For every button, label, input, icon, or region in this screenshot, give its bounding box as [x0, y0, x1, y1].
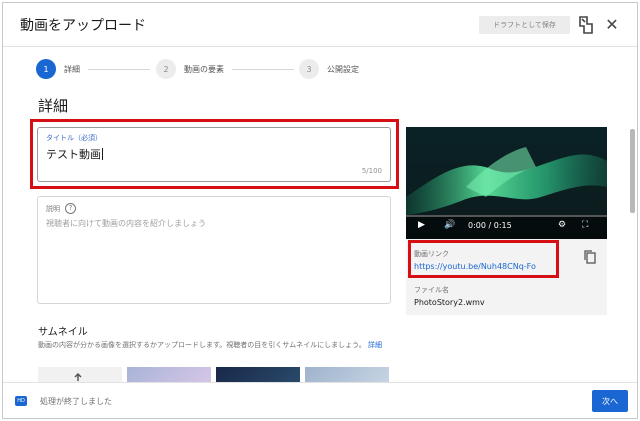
- upload-stepper: 1 詳細 2 動画の要素 3 公開設定: [3, 55, 637, 85]
- processing-status: 処理が終了しました: [40, 397, 112, 406]
- description-label: 説明: [46, 204, 60, 213]
- step-video-elements[interactable]: 2 動画の要素: [156, 59, 224, 79]
- scrollbar[interactable]: [630, 129, 635, 213]
- help-icon[interactable]: ?: [65, 203, 76, 214]
- filename-label: ファイル名: [414, 286, 449, 294]
- dialog-title: 動画をアップロード: [20, 18, 146, 34]
- dialog-footer: HD 処理が終了しました 次へ: [3, 382, 637, 418]
- close-icon[interactable]: ✕: [603, 16, 621, 34]
- video-preview-card: ▶ 🔊 0:00 / 0:15 ⚙ ⛶ 動画リンク https://youtu.…: [406, 127, 607, 315]
- video-player[interactable]: ▶ 🔊 0:00 / 0:15 ⚙ ⛶: [406, 127, 607, 239]
- fullscreen-icon[interactable]: ⛶: [582, 219, 588, 231]
- title-highlight-box: [30, 119, 399, 189]
- description-field[interactable]: 説明 ? 視聴者に向けて動画の内容を紹介しましょう: [37, 196, 391, 304]
- hd-badge: HD: [15, 396, 27, 406]
- next-button[interactable]: 次へ: [592, 390, 628, 412]
- settings-icon[interactable]: ⚙: [558, 219, 566, 231]
- step-label: 詳細: [64, 64, 80, 74]
- thumbnail-description-text: 動画の内容が分かる画像を選択するかアップロードします。視聴者の目を引くサムネイル…: [38, 341, 366, 349]
- details-heading: 詳細: [38, 97, 69, 115]
- feedback-icon[interactable]: [578, 15, 594, 35]
- step-number: 1: [36, 59, 56, 79]
- step-visibility[interactable]: 3 公開設定: [299, 59, 359, 79]
- description-placeholder: 視聴者に向けて動画の内容を紹介しましょう: [46, 219, 206, 228]
- upload-dialog: 動画をアップロード ドラフトとして保存 ✕ 1 詳細 2 動画の要素 3 公開設…: [2, 2, 638, 419]
- step-number: 2: [156, 59, 176, 79]
- description-label-row: 説明 ?: [46, 203, 76, 214]
- step-label: 動画の要素: [184, 64, 224, 74]
- thumbnail-learn-more-link[interactable]: 詳細: [368, 341, 382, 349]
- thumbnail-description: 動画の内容が分かる画像を選択するかアップロードします。視聴者の目を引くサムネイル…: [38, 338, 398, 352]
- upload-thumbnail-button[interactable]: [38, 367, 122, 383]
- dialog-header: 動画をアップロード ドラフトとして保存 ✕: [3, 3, 637, 47]
- link-highlight-box: [408, 240, 559, 278]
- step-number: 3: [299, 59, 319, 79]
- thumbnail-option[interactable]: [216, 367, 300, 383]
- thumbnail-heading: サムネイル: [38, 327, 88, 338]
- video-time: 0:00 / 0:15: [468, 221, 512, 230]
- step-details[interactable]: 1 詳細: [36, 59, 80, 79]
- step-label: 公開設定: [327, 64, 359, 74]
- step-connector: [232, 69, 294, 70]
- play-icon[interactable]: ▶: [418, 219, 425, 231]
- thumbnail-option[interactable]: [127, 367, 211, 383]
- save-draft-button[interactable]: ドラフトとして保存: [479, 16, 570, 34]
- volume-icon[interactable]: 🔊: [444, 219, 455, 231]
- thumbnail-options: [38, 367, 398, 383]
- thumbnail-option[interactable]: [305, 367, 389, 383]
- filename-value: PhotoStory2.wmv: [414, 298, 485, 307]
- step-connector: [88, 69, 150, 70]
- copy-icon[interactable]: [583, 249, 597, 265]
